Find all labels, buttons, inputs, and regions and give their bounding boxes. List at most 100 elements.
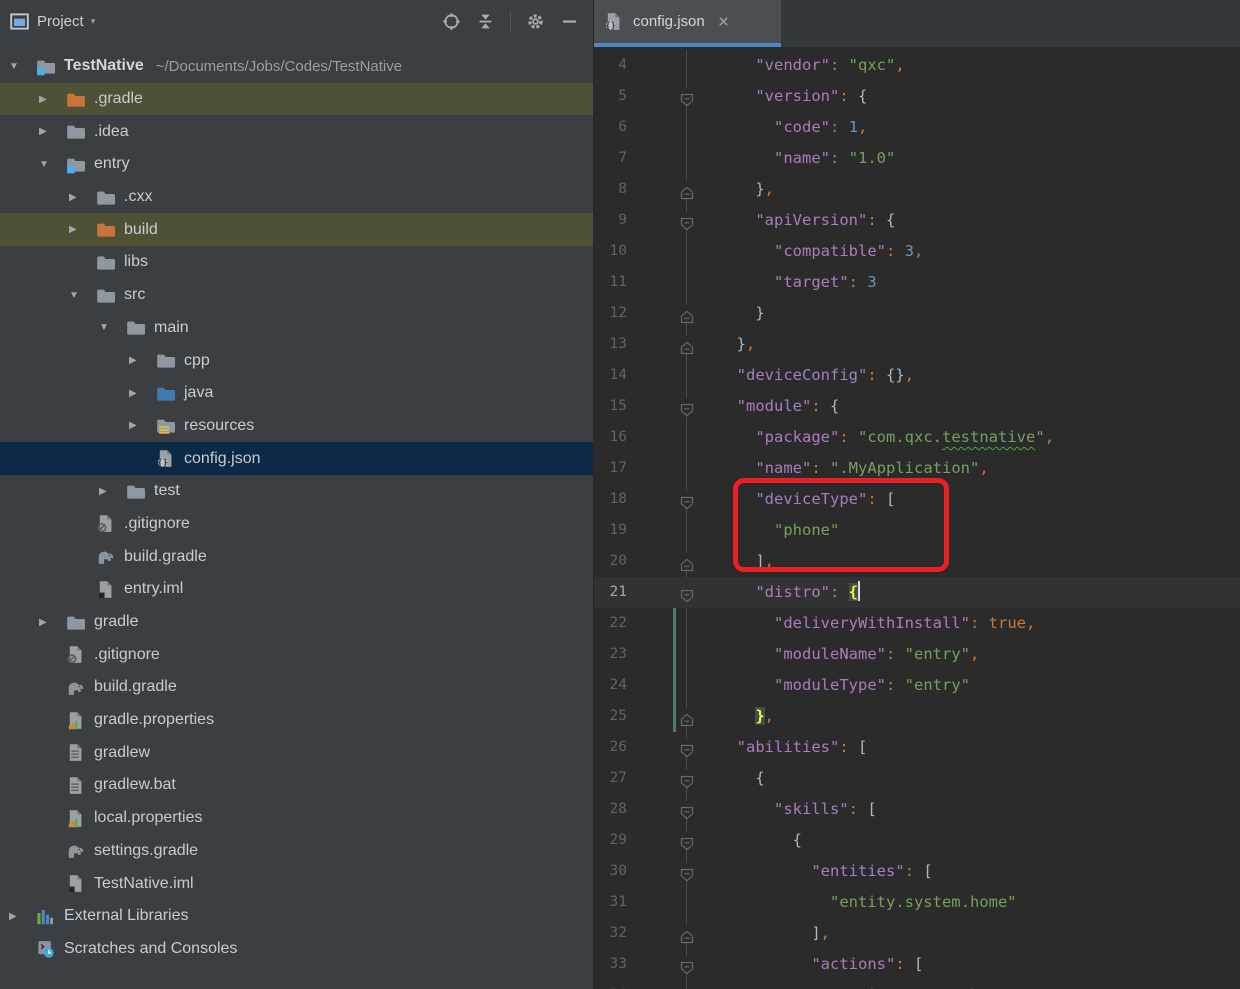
fold-region-end-icon[interactable] <box>679 553 695 569</box>
chevron-collapsed-icon[interactable]: ▶ <box>126 420 156 431</box>
tree-row-entry.iml[interactable]: entry.iml <box>0 573 593 606</box>
fold-region-end-icon[interactable] <box>679 305 695 321</box>
token-ws <box>839 583 848 601</box>
tree-row-testnative.iml[interactable]: TestNative.iml <box>0 867 593 900</box>
code-line-5[interactable]: 5 "version": { <box>594 81 1240 112</box>
hide-panel-icon[interactable] <box>560 12 579 31</box>
code-line-32[interactable]: 32 ], <box>594 918 1240 949</box>
code-line-16[interactable]: 16 "package": "com.qxc.testnative", <box>594 422 1240 453</box>
fold-region-start-icon[interactable] <box>679 584 695 600</box>
tree-row-entry[interactable]: ▼entry <box>0 148 593 181</box>
tree-row-libs[interactable]: libs <box>0 246 593 279</box>
code-line-26[interactable]: 26 "abilities": [ <box>594 732 1240 763</box>
tree-row-gradle[interactable]: ▶gradle <box>0 606 593 639</box>
properties-file-icon <box>66 809 88 828</box>
project-tree[interactable]: ▼TestNative~/Documents/Jobs/Codes/TestNa… <box>0 42 593 965</box>
code-line-31[interactable]: 31 "entity.system.home" <box>594 887 1240 918</box>
tree-row-build[interactable]: ▶build <box>0 213 593 246</box>
tree-row-testnative[interactable]: ▼TestNative~/Documents/Jobs/Codes/TestNa… <box>0 50 593 83</box>
chevron-expanded-icon[interactable]: ▼ <box>96 322 126 333</box>
code-line-8[interactable]: 8 }, <box>594 174 1240 205</box>
settings-gear-icon[interactable] <box>526 12 545 31</box>
code-line-9[interactable]: 9 "apiVersion": { <box>594 205 1240 236</box>
tree-row-.idea[interactable]: ▶.idea <box>0 115 593 148</box>
code-line-12[interactable]: 12 } <box>594 298 1240 329</box>
code-line-29[interactable]: 29 { <box>594 825 1240 856</box>
tree-row-gradlew[interactable]: gradlew <box>0 736 593 769</box>
chevron-collapsed-icon[interactable]: ▶ <box>36 126 66 137</box>
fold-region-start-icon[interactable] <box>679 956 695 972</box>
chevron-collapsed-icon[interactable]: ▶ <box>126 355 156 366</box>
tree-row-build.gradle[interactable]: build.gradle <box>0 671 593 704</box>
close-tab-icon[interactable] <box>717 15 730 28</box>
fold-region-start-icon[interactable] <box>679 739 695 755</box>
fold-region-start-icon[interactable] <box>679 832 695 848</box>
tree-row-cpp[interactable]: ▶cpp <box>0 344 593 377</box>
tree-row-main[interactable]: ▼main <box>0 312 593 345</box>
code-line-10[interactable]: 10 "compatible": 3, <box>594 236 1240 267</box>
fold-region-start-icon[interactable] <box>679 801 695 817</box>
code-line-33[interactable]: 33 "actions": [ <box>594 949 1240 980</box>
code-line-4[interactable]: 4 "vendor": "qxc", <box>594 50 1240 81</box>
chevron-expanded-icon[interactable]: ▼ <box>6 61 36 72</box>
chevron-collapsed-icon[interactable]: ▶ <box>66 192 96 203</box>
code-line-34[interactable]: 34 "action.system.home" <box>594 980 1240 989</box>
fold-region-end-icon[interactable] <box>679 925 695 941</box>
tree-row-.gitignore[interactable]: .gitignore <box>0 638 593 671</box>
tab-config-json[interactable]: {} config.json <box>594 0 781 43</box>
tree-row-java[interactable]: ▶java <box>0 377 593 410</box>
tree-row-.gradle[interactable]: ▶.gradle <box>0 83 593 116</box>
code-line-21[interactable]: 21 "distro": { <box>594 577 1240 608</box>
tree-row-settings.gradle[interactable]: settings.gradle <box>0 835 593 868</box>
fold-region-end-icon[interactable] <box>679 336 695 352</box>
tree-row-test[interactable]: ▶test <box>0 475 593 508</box>
tree-row-scratches-and-consoles[interactable]: Scratches and Consoles <box>0 933 593 966</box>
code-line-25[interactable]: 25 }, <box>594 701 1240 732</box>
fold-region-start-icon[interactable] <box>679 88 695 104</box>
chevron-collapsed-icon[interactable]: ▶ <box>96 486 126 497</box>
code-line-15[interactable]: 15 "module": { <box>594 391 1240 422</box>
fold-region-start-icon[interactable] <box>679 212 695 228</box>
collapse-all-icon[interactable] <box>476 12 495 31</box>
chevron-collapsed-icon[interactable]: ▶ <box>36 617 66 628</box>
tree-row-gradle.properties[interactable]: gradle.properties <box>0 704 593 737</box>
chevron-collapsed-icon[interactable]: ▶ <box>66 224 96 235</box>
fold-region-end-icon[interactable] <box>679 181 695 197</box>
fold-region-start-icon[interactable] <box>679 398 695 414</box>
scratches-icon <box>36 939 58 958</box>
code-line-6[interactable]: 6 "code": 1, <box>594 112 1240 143</box>
tree-row-config.json[interactable]: {}config.json <box>0 442 593 475</box>
code-line-24[interactable]: 24 "moduleType": "entry" <box>594 670 1240 701</box>
tree-row-external-libraries[interactable]: ▶External Libraries <box>0 900 593 933</box>
chevron-down-icon[interactable]: ▾ <box>91 16 96 27</box>
chevron-collapsed-icon[interactable]: ▶ <box>126 388 156 399</box>
code-line-7[interactable]: 7 "name": "1.0" <box>594 143 1240 174</box>
fold-region-start-icon[interactable] <box>679 863 695 879</box>
tree-row-resources[interactable]: ▶resources <box>0 410 593 443</box>
tree-row-src[interactable]: ▼src <box>0 279 593 312</box>
locate-icon[interactable] <box>442 12 461 31</box>
chevron-collapsed-icon[interactable]: ▶ <box>6 911 36 922</box>
code-line-23[interactable]: 23 "moduleName": "entry", <box>594 639 1240 670</box>
chevron-expanded-icon[interactable]: ▼ <box>66 290 96 301</box>
tree-row-local.properties[interactable]: local.properties <box>0 802 593 835</box>
code-line-11[interactable]: 11 "target": 3 <box>594 267 1240 298</box>
tree-row-build.gradle[interactable]: build.gradle <box>0 540 593 573</box>
code-line-13[interactable]: 13 }, <box>594 329 1240 360</box>
tree-row-.cxx[interactable]: ▶.cxx <box>0 181 593 214</box>
token-pun: , <box>765 707 774 725</box>
code-line-30[interactable]: 30 "entities": [ <box>594 856 1240 887</box>
fold-region-end-icon[interactable] <box>679 708 695 724</box>
tree-row-.gitignore[interactable]: .gitignore <box>0 508 593 541</box>
chevron-expanded-icon[interactable]: ▼ <box>36 159 66 170</box>
code-line-27[interactable]: 27 { <box>594 763 1240 794</box>
project-view-selector[interactable]: Project <box>37 13 84 30</box>
fold-region-start-icon[interactable] <box>679 770 695 786</box>
code-line-28[interactable]: 28 "skills": [ <box>594 794 1240 825</box>
code-line-14[interactable]: 14 "deviceConfig": {}, <box>594 360 1240 391</box>
code-editor[interactable]: 4 "vendor": "qxc",5 "version": {6 "code"… <box>594 47 1240 989</box>
code-line-22[interactable]: 22 "deliveryWithInstall": true, <box>594 608 1240 639</box>
tree-row-gradlew.bat[interactable]: gradlew.bat <box>0 769 593 802</box>
chevron-collapsed-icon[interactable]: ▶ <box>36 94 66 105</box>
fold-region-start-icon[interactable] <box>679 491 695 507</box>
